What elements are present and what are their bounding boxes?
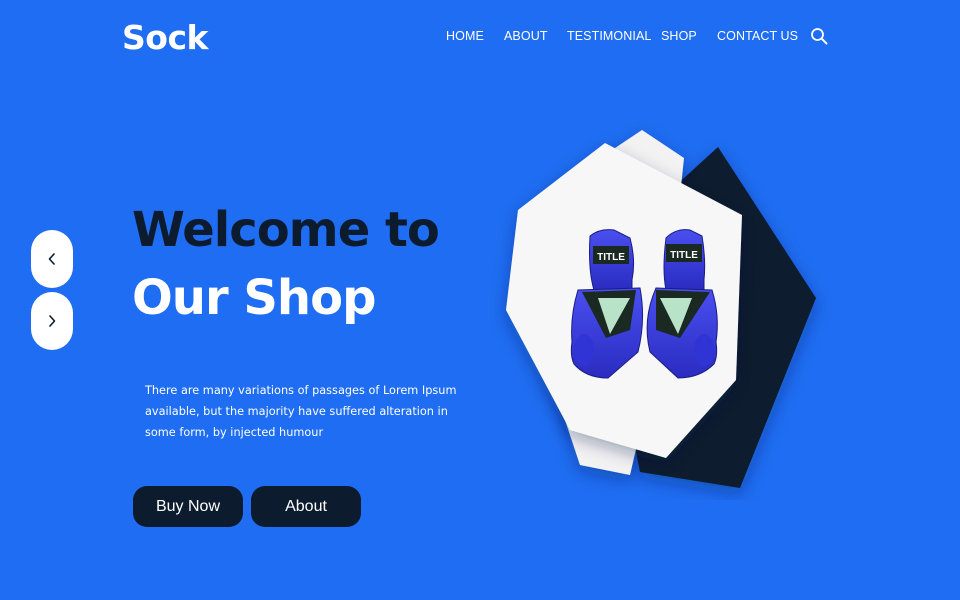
product-image: TITLE TITLE — [506, 130, 816, 488]
headline-line-1: Welcome to — [132, 202, 440, 258]
glove-logo-left: TITLE — [597, 252, 625, 263]
nav-item-testimonial[interactable]: TESTIMONIAL — [567, 26, 651, 46]
chevron-left-icon — [48, 253, 55, 265]
about-button[interactable]: About — [251, 486, 361, 527]
nav-item-contact-us[interactable]: CONTACT US — [717, 26, 798, 46]
hero-section: Sock HOME ABOUT TESTIMONIAL SHOP CONTACT… — [0, 0, 960, 600]
headline-line-2: Our Shop — [132, 270, 376, 326]
chevron-right-icon — [49, 315, 56, 327]
slider-prev-button[interactable] — [31, 230, 73, 288]
slider-next-button[interactable] — [31, 292, 73, 350]
nav-item-home[interactable]: HOME — [446, 26, 484, 46]
hero-description: There are many variations of passages of… — [145, 384, 457, 440]
glove-logo-right: TITLE — [670, 250, 698, 261]
nav-item-shop[interactable]: SHOP — [661, 26, 697, 46]
buy-now-button[interactable]: Buy Now — [133, 486, 243, 527]
search-icon[interactable] — [810, 27, 828, 45]
nav-item-about[interactable]: ABOUT — [504, 26, 548, 46]
